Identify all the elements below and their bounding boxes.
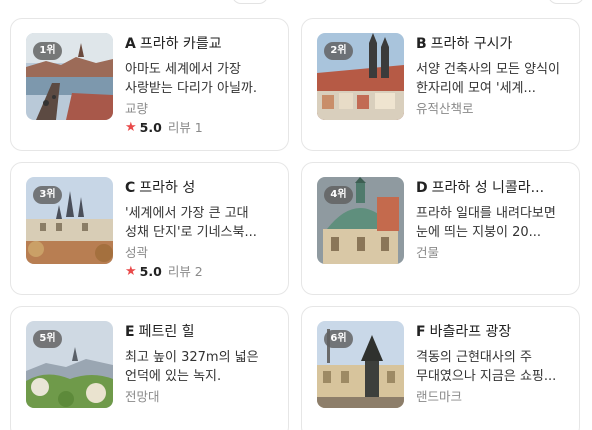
place-description: 프라하 일대를 내려다보면 눈에 띄는 지붕이 20...: [416, 206, 556, 240]
marker-letter: D: [416, 180, 428, 196]
place-title[interactable]: D 프라하 성 니콜라...: [416, 179, 566, 198]
place-thumbnail: 6위: [317, 321, 404, 408]
place-rating: ★ 5.0 리뷰 2: [125, 263, 275, 281]
place-thumbnail: 4위: [317, 177, 404, 264]
place-category: 유적산책로: [416, 101, 474, 116]
place-category: 성곽: [125, 245, 149, 260]
rank-badge: 6위: [324, 330, 353, 348]
place-name: 프라하 구시가: [430, 36, 513, 52]
marker-letter: C: [125, 180, 136, 196]
rank-badge: 4위: [324, 186, 353, 204]
review-count[interactable]: 리뷰 2: [168, 263, 203, 281]
rank-badge: 3위: [33, 186, 62, 204]
marker-letter: A: [125, 36, 136, 52]
place-name: 페트린 힐: [138, 324, 195, 340]
top-chip-right: [548, 0, 584, 4]
place-description: 격동의 근현대사의 주 무대였으나 지금은 쇼핑...: [416, 350, 557, 384]
place-rating: ★ 5.0 리뷰 1: [125, 119, 275, 137]
place-card[interactable]: 4위 D 프라하 성 니콜라... 프라하 일대를 내려다보면 눈에 띄는 지붕이…: [301, 162, 580, 295]
place-name: 바츨라프 광장: [429, 324, 512, 340]
rank-badge: 2위: [324, 42, 353, 60]
place-category: 교량: [125, 101, 149, 116]
place-description: 아마도 세계에서 가장 사랑받는 다리가 아닐까.: [125, 62, 257, 96]
place-title[interactable]: B 프라하 구시가: [416, 35, 566, 54]
place-card[interactable]: 5위 E 페트린 힐 최고 높이 327m의 넓은 언덕에 있는 녹지. 전망대: [10, 306, 289, 430]
place-name: 프라하 카를교: [139, 36, 222, 52]
marker-letter: E: [125, 324, 135, 340]
place-name: 프라하 성 니콜라...: [431, 180, 545, 196]
place-category: 랜드마크: [416, 389, 463, 404]
place-title[interactable]: E 페트린 힐: [125, 323, 275, 342]
marker-letter: F: [416, 324, 426, 340]
place-thumbnail: 3위: [26, 177, 113, 264]
rating-score: 5.0: [139, 264, 162, 279]
marker-letter: B: [416, 36, 427, 52]
place-card[interactable]: 3위 C 프라하 성 '세계에서 가장 큰 고대 성채 단지'로 기네스북... …: [10, 162, 289, 295]
place-description: '세계에서 가장 큰 고대 성채 단지'로 기네스북...: [125, 206, 257, 240]
place-title[interactable]: F 바츨라프 광장: [416, 323, 566, 342]
place-name: 프라하 성: [139, 180, 196, 196]
rank-badge: 5위: [33, 330, 62, 348]
star-icon: ★: [125, 120, 137, 135]
place-thumbnail: 2위: [317, 33, 404, 120]
rank-badge: 1위: [33, 42, 62, 60]
top-chip-left: [232, 0, 268, 4]
place-card[interactable]: 6위 F 바츨라프 광장 격동의 근현대사의 주 무대였으나 지금은 쇼핑... …: [301, 306, 580, 430]
place-card[interactable]: 2위 B 프라하 구시가 서양 건축사의 모든 양식이 한자리에 모여 '세계..…: [301, 18, 580, 151]
place-category: 건물: [416, 245, 440, 260]
review-count[interactable]: 리뷰 1: [168, 119, 203, 137]
star-icon: ★: [125, 264, 137, 279]
place-card[interactable]: 1위 A 프라하 카를교 아마도 세계에서 가장 사랑받는 다리가 아닐까. 교량…: [10, 18, 289, 151]
place-thumbnail: 1위: [26, 33, 113, 120]
place-title[interactable]: C 프라하 성: [125, 179, 275, 198]
place-description: 서양 건축사의 모든 양식이 한자리에 모여 '세계...: [416, 62, 560, 96]
place-thumbnail: 5위: [26, 321, 113, 408]
place-category: 전망대: [125, 389, 160, 404]
rating-score: 5.0: [139, 120, 162, 135]
place-description: 최고 높이 327m의 넓은 언덕에 있는 녹지.: [125, 350, 259, 384]
place-title[interactable]: A 프라하 카를교: [125, 35, 275, 54]
